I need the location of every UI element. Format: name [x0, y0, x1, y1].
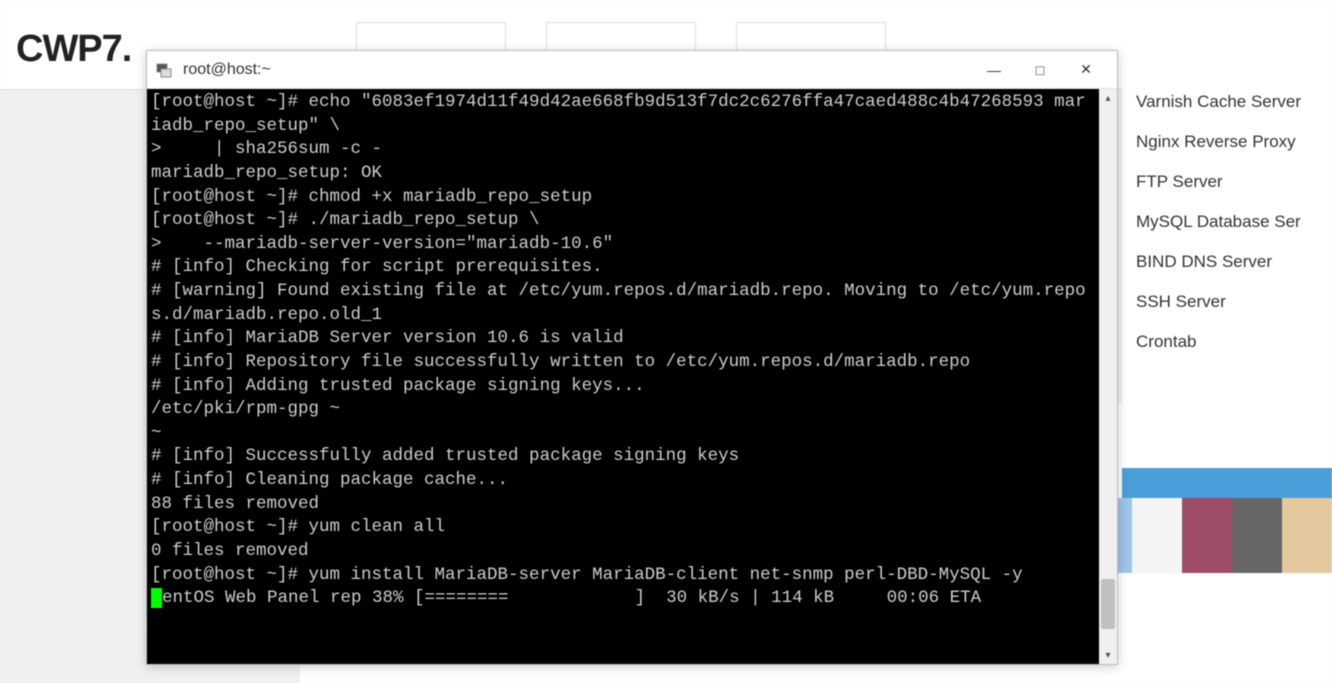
putty-icon: [155, 61, 173, 79]
scrollbar[interactable]: ▴ ▾: [1099, 89, 1117, 664]
progress-text: entOS Web Panel rep 38% [======== ] 30 k…: [162, 588, 981, 608]
color-squares: [1082, 498, 1332, 573]
terminal-body: [root@host ~]# echo "6083ef1974d11f49d42…: [147, 89, 1117, 664]
logo: CWP7.: [16, 28, 131, 71]
maximize-button[interactable]: □: [1017, 55, 1063, 85]
title-bar[interactable]: root@host:~ — □ ✕: [147, 51, 1117, 89]
scroll-up-button[interactable]: ▴: [1099, 89, 1117, 107]
sidebar-item-nginx[interactable]: Nginx Reverse Proxy: [1122, 122, 1332, 162]
terminal-window: root@host:~ — □ ✕ [root@host ~]# echo "6…: [146, 50, 1118, 665]
window-title: root@host:~: [183, 61, 971, 79]
color-square: [1282, 498, 1332, 573]
sidebar-item-crontab[interactable]: Crontab: [1122, 322, 1332, 362]
scroll-thumb[interactable]: [1101, 579, 1115, 629]
sidebar-item-bind[interactable]: BIND DNS Server: [1122, 242, 1332, 282]
sidebar-item-varnish[interactable]: Varnish Cache Server: [1122, 82, 1332, 122]
sidebar-item-ssh[interactable]: SSH Server: [1122, 282, 1332, 322]
window-controls: — □ ✕: [971, 55, 1109, 85]
scroll-down-button[interactable]: ▾: [1099, 646, 1117, 664]
sidebar-item-mysql[interactable]: MySQL Database Ser: [1122, 202, 1332, 242]
color-square: [1182, 498, 1232, 573]
minimize-button[interactable]: —: [971, 55, 1017, 85]
color-square: [1232, 498, 1282, 573]
sidebar: Varnish Cache Server Nginx Reverse Proxy…: [1122, 82, 1332, 412]
terminal-content[interactable]: [root@host ~]# echo "6083ef1974d11f49d42…: [147, 89, 1099, 664]
blue-bar: [1122, 468, 1332, 498]
close-button[interactable]: ✕: [1063, 55, 1109, 85]
sidebar-item-ftp[interactable]: FTP Server: [1122, 162, 1332, 202]
color-square: [1132, 498, 1182, 573]
cursor: [151, 588, 162, 608]
